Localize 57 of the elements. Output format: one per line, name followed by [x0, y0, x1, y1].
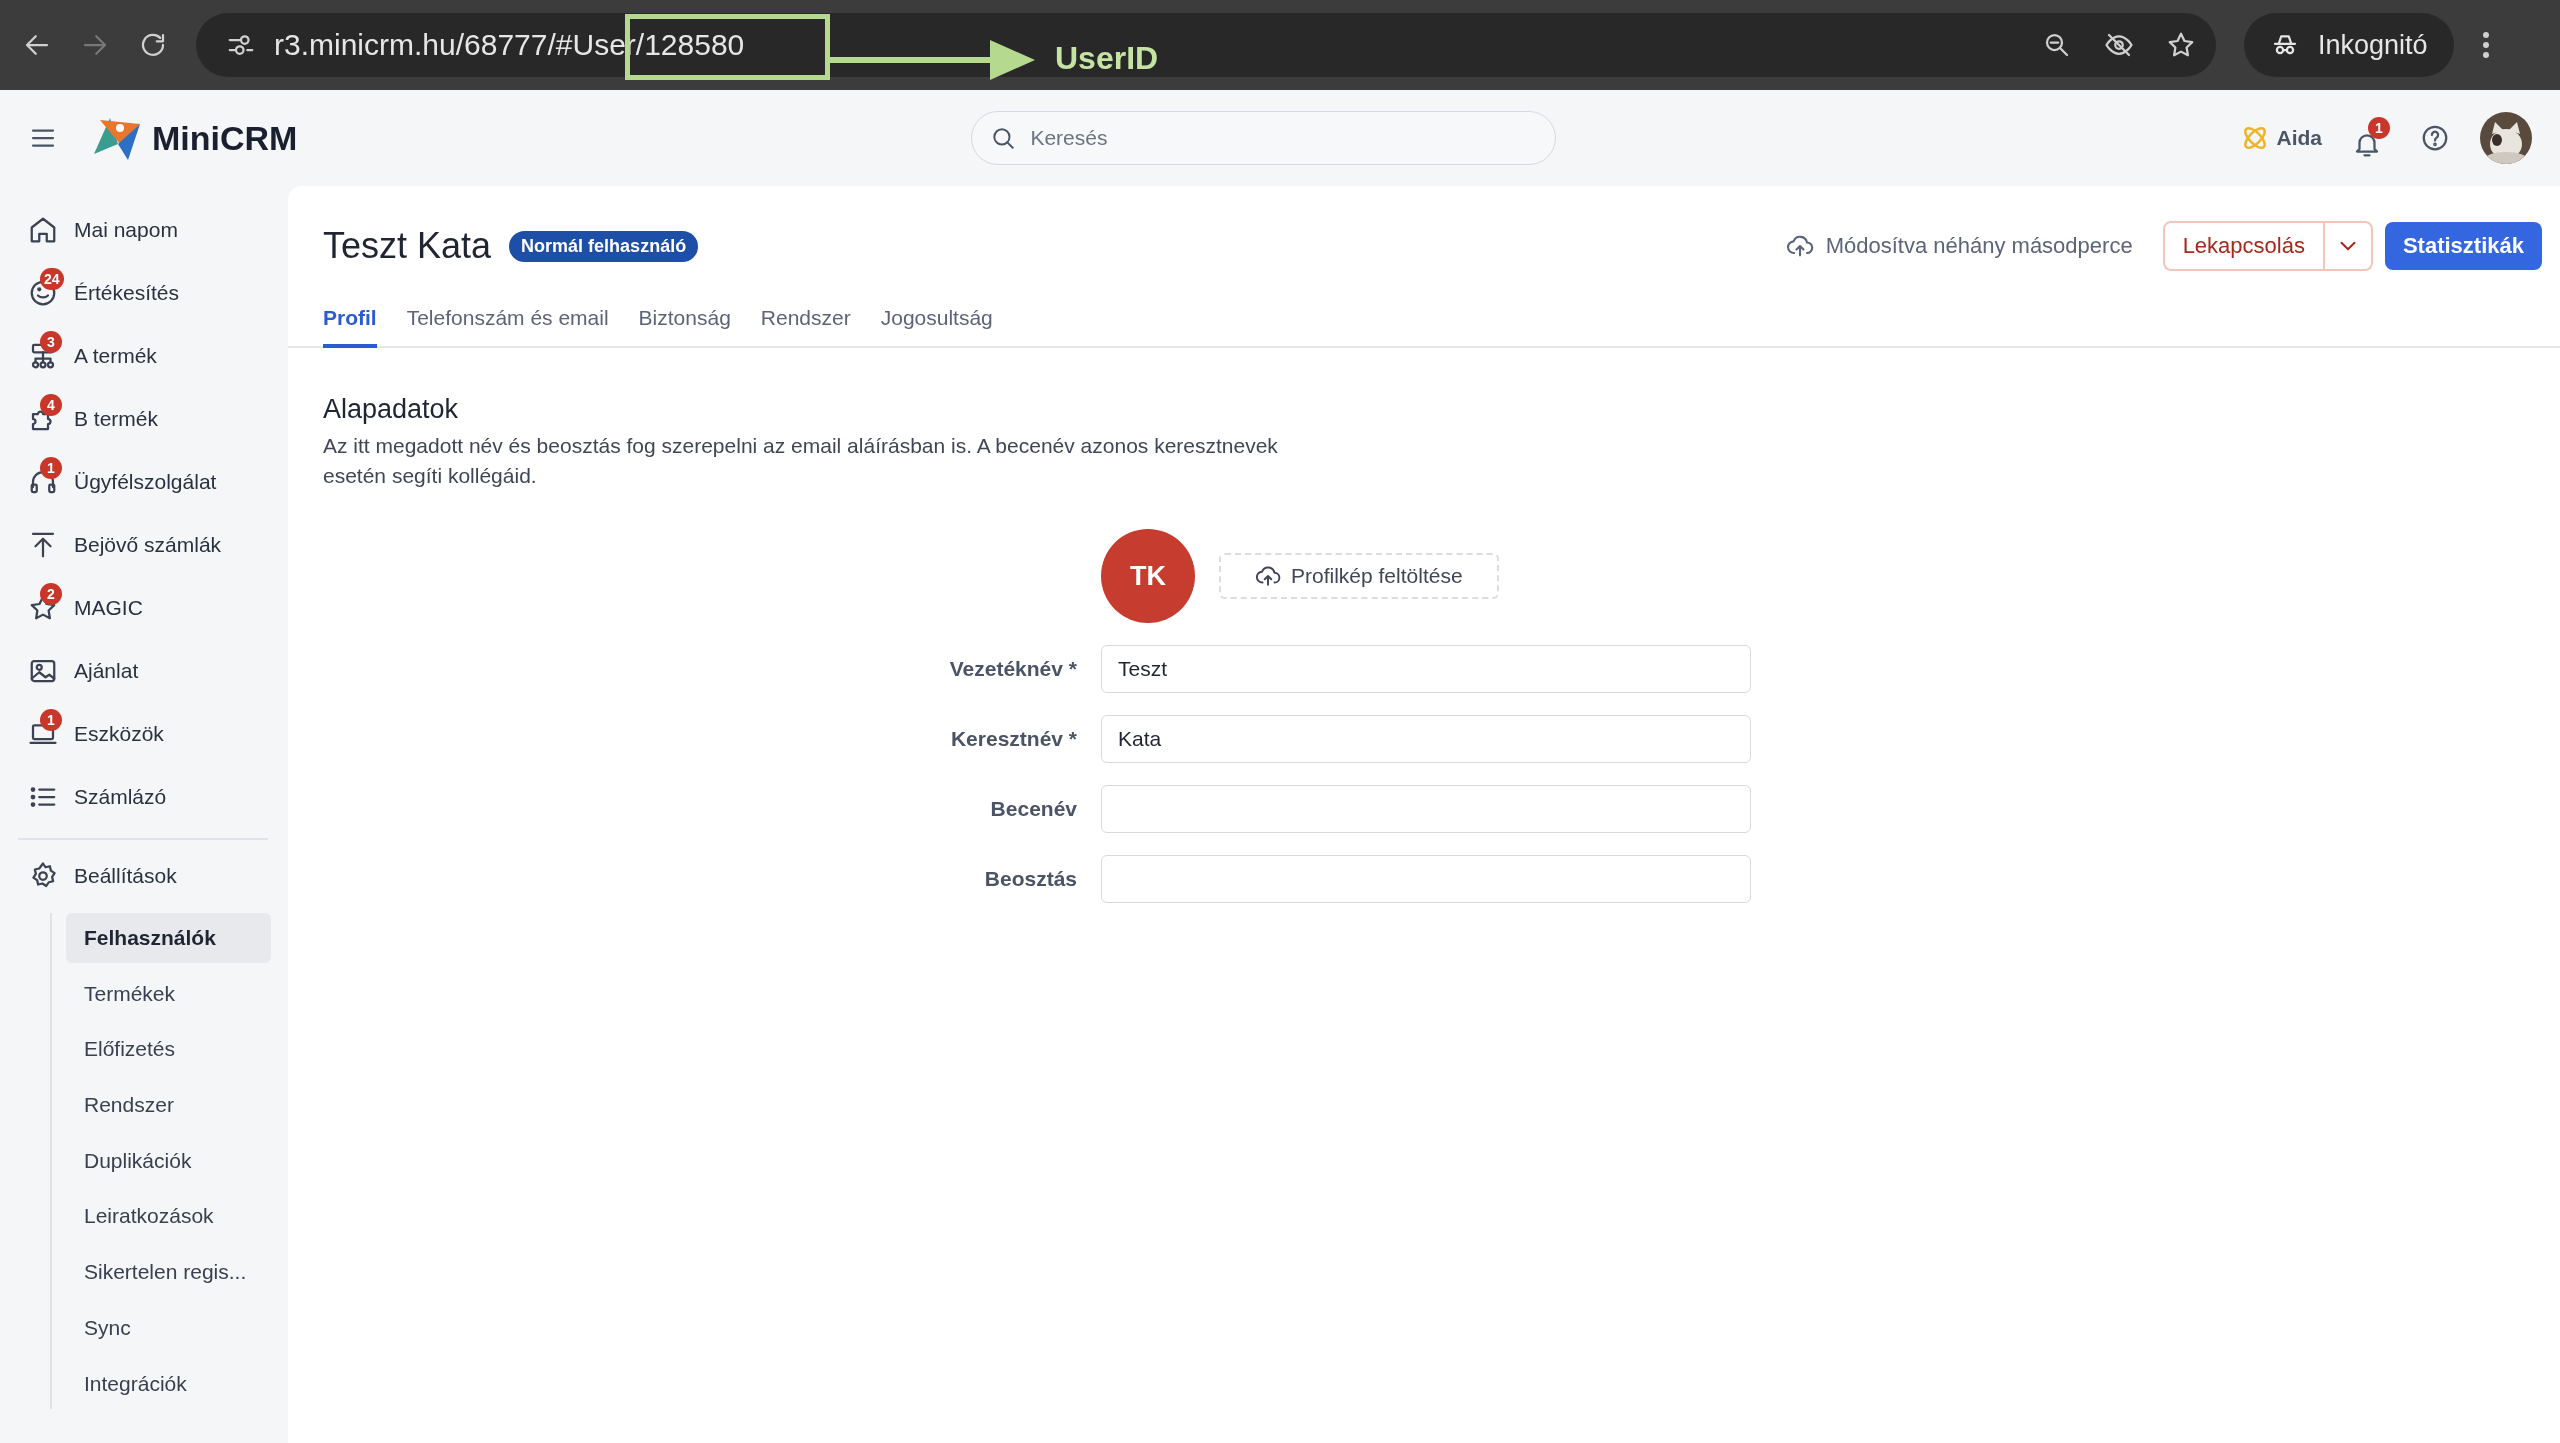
submenu-item[interactable]: Termékek [66, 968, 271, 1019]
tab[interactable]: Rendszer [760, 296, 851, 348]
assistant-button[interactable]: Aida [2240, 123, 2322, 153]
section-heading: Alapadatok [323, 394, 460, 425]
page-title: Teszt Kata [323, 225, 492, 267]
input-field[interactable]: Teszt [1101, 645, 1751, 693]
tab[interactable]: Biztonság [638, 296, 731, 348]
sidebar-item[interactable]: 24 Értékesítés [28, 261, 288, 324]
sidebar-item[interactable]: Számlázó [28, 765, 288, 828]
field-label: Keresztnév * [949, 727, 1078, 751]
statistics-button[interactable]: Statisztikák [2384, 222, 2542, 270]
more-icon[interactable] [2481, 31, 2490, 59]
submenu-item[interactable]: Sikertelen regis... [66, 1247, 271, 1298]
submenu-item[interactable]: Rendszer [66, 1080, 271, 1131]
sidebar-item[interactable]: 2 MAGIC [28, 576, 288, 639]
notification-button[interactable]: 1 [2352, 117, 2390, 159]
count-badge: 3 [40, 330, 62, 353]
count-badge: 2 [40, 582, 62, 605]
role-badge: Normál felhasználó [509, 230, 699, 262]
profile-button[interactable]: Inkognitó [2244, 13, 2454, 77]
tab[interactable]: Jogosultság [880, 296, 993, 348]
submenu-item[interactable]: Sync [66, 1302, 271, 1353]
input-field[interactable] [1101, 785, 1751, 833]
submenu-item[interactable]: Felhasználók [66, 913, 271, 963]
submenu-item[interactable]: Duplikációk [66, 1135, 271, 1186]
tab[interactable]: Telefonszám és email [406, 296, 609, 348]
submenu-item[interactable]: Előfizetés [66, 1024, 271, 1075]
search-icon [990, 125, 1017, 151]
input-field[interactable]: Kata [1101, 715, 1751, 763]
avatar-initials: TK [1101, 529, 1195, 623]
count-badge: 1 [40, 456, 62, 479]
sidebar-item[interactable]: Beállítások [28, 844, 288, 907]
annotation-label: UserID [1055, 40, 1159, 77]
count-badge: 24 [40, 267, 64, 290]
field-label: Vezetéknév * [948, 657, 1078, 681]
save-status: Módosítva néhány másodperce [1825, 233, 2133, 259]
section-description: Az itt megadott név és beosztás fog szerepelni az email aláírásban is. A becenév azonos keresztnevek esetén segíti kollégáid. [323, 433, 1279, 489]
logo-text: MiniCRM [152, 118, 298, 158]
submenu-item[interactable]: Integrációk [66, 1358, 271, 1409]
count-badge: 4 [40, 393, 62, 416]
count-badge: 1 [40, 708, 62, 731]
notification-count: 1 [2368, 117, 2390, 139]
help-icon [2420, 123, 2450, 153]
input-field[interactable] [1101, 855, 1751, 903]
tab[interactable]: Profil [323, 296, 377, 348]
sidebar-item[interactable]: Ajánlat [28, 639, 288, 702]
sidebar-item[interactable]: 3 A termék [28, 324, 288, 387]
submenu-item[interactable]: Leiratkozások [66, 1191, 271, 1242]
sidebar-item[interactable]: Mai napom [28, 198, 288, 261]
sidebar-item[interactable]: 1 Ügyfélszolgálat [28, 450, 288, 513]
upload-button[interactable]: Profilkép feltöltése [1219, 553, 1499, 599]
sidebar-item[interactable]: 4 B termék [28, 387, 288, 450]
sidebar-item[interactable]: Bejövő számlák [28, 513, 288, 576]
field-label: Becenév [989, 797, 1078, 821]
field-label: Beosztás [983, 867, 1078, 891]
sidebar-item[interactable]: 1 Eszközök [28, 702, 288, 765]
dropdown-button[interactable] [2322, 223, 2371, 269]
